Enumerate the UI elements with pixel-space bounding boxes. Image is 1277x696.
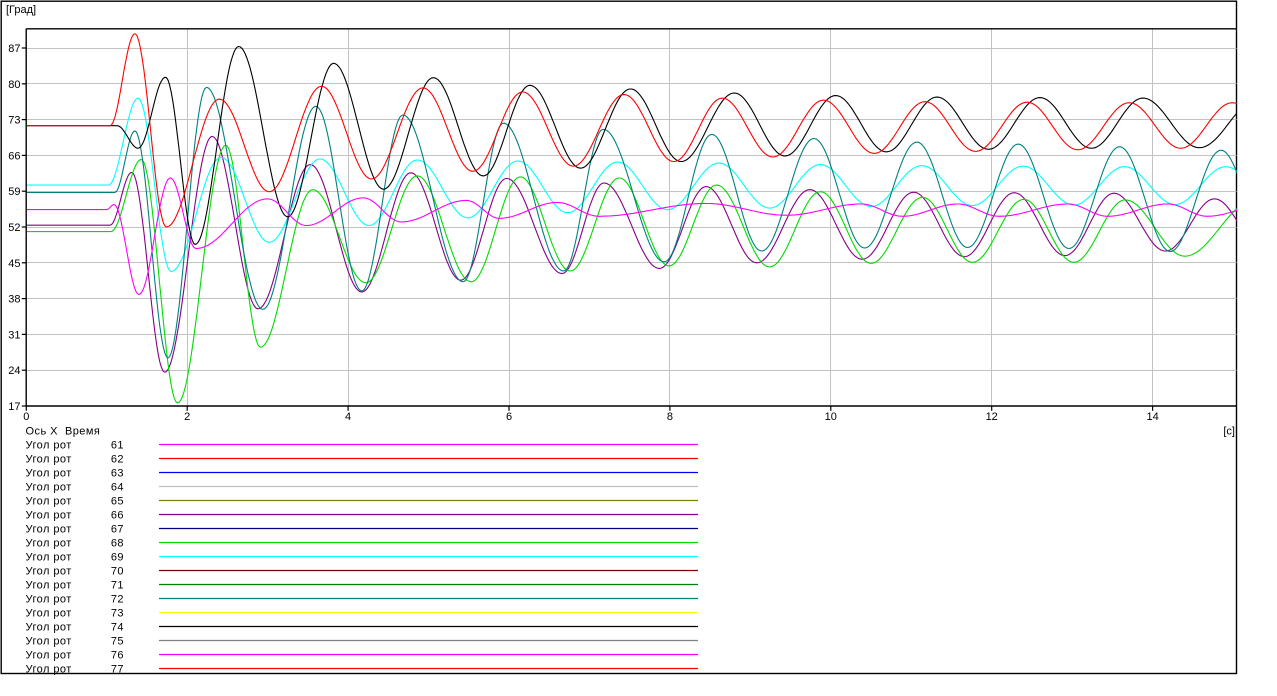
svg-text:2: 2	[184, 411, 190, 423]
svg-text:Угол рот: Угол рот	[26, 566, 72, 578]
svg-text:74: 74	[111, 622, 124, 634]
svg-text:Угол рот: Угол рот	[26, 552, 72, 564]
svg-text:Угол рот: Угол рот	[26, 524, 72, 536]
svg-text:63: 63	[111, 468, 124, 480]
svg-text:[Град]: [Град]	[6, 4, 36, 16]
svg-text:77: 77	[111, 664, 124, 676]
svg-text:8: 8	[667, 411, 673, 423]
svg-text:38: 38	[8, 294, 20, 306]
svg-text:Угол рот: Угол рот	[26, 496, 72, 508]
svg-text:10: 10	[825, 411, 837, 423]
svg-text:71: 71	[111, 580, 124, 592]
svg-text:67: 67	[111, 524, 124, 536]
svg-text:Угол рот: Угол рот	[26, 468, 72, 480]
svg-text:65: 65	[111, 496, 124, 508]
svg-text:Угол рот: Угол рот	[26, 650, 72, 662]
svg-text:Угол рот: Угол рот	[26, 482, 72, 494]
svg-text:0: 0	[23, 411, 29, 423]
svg-text:Угол рот: Угол рот	[26, 664, 72, 676]
svg-text:45: 45	[8, 258, 20, 270]
svg-text:Угол рот: Угол рот	[26, 440, 72, 452]
svg-text:Угол рот: Угол рот	[26, 622, 72, 634]
svg-text:69: 69	[111, 552, 124, 564]
svg-text:4: 4	[345, 411, 351, 423]
svg-text:73: 73	[111, 608, 124, 620]
svg-text:61: 61	[111, 440, 124, 452]
svg-text:Угол рот: Угол рот	[26, 636, 72, 648]
svg-text:Угол рот: Угол рот	[26, 594, 72, 606]
svg-text:52: 52	[8, 222, 20, 234]
svg-text:73: 73	[8, 115, 20, 127]
svg-text:24: 24	[8, 365, 20, 377]
svg-text:72: 72	[111, 594, 124, 606]
svg-text:64: 64	[111, 482, 124, 494]
svg-text:66: 66	[111, 510, 124, 522]
svg-text:Угол рот: Угол рот	[26, 510, 72, 522]
svg-text:12: 12	[986, 411, 998, 423]
svg-text:6: 6	[506, 411, 512, 423]
svg-text:66: 66	[8, 150, 20, 162]
svg-text:Ось X Время: Ось X Время	[26, 426, 101, 438]
svg-text:76: 76	[111, 650, 124, 662]
svg-text:Угол рот: Угол рот	[26, 580, 72, 592]
svg-text:80: 80	[8, 79, 20, 91]
svg-text:17: 17	[8, 401, 20, 413]
svg-text:14: 14	[1146, 411, 1158, 423]
svg-text:59: 59	[8, 186, 20, 198]
svg-text:31: 31	[8, 329, 20, 341]
svg-text:68: 68	[111, 538, 124, 550]
svg-text:75: 75	[111, 636, 124, 648]
svg-text:Угол рот: Угол рот	[26, 538, 72, 550]
svg-text:70: 70	[111, 566, 124, 578]
svg-text:87: 87	[8, 43, 20, 55]
svg-text:Угол рот: Угол рот	[26, 608, 72, 620]
svg-text:Угол рот: Угол рот	[26, 454, 72, 466]
svg-text:62: 62	[111, 454, 124, 466]
svg-text:[c]: [c]	[1223, 426, 1235, 438]
